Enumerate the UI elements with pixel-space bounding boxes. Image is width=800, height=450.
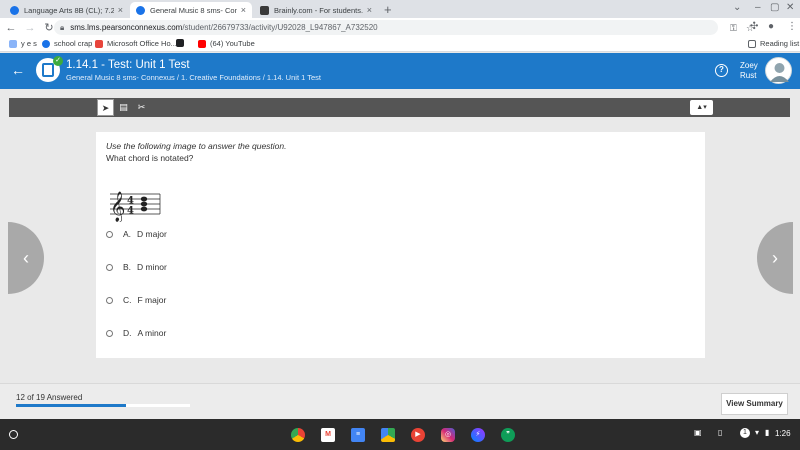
user-name[interactable]: Zoey Rust	[740, 61, 758, 81]
check-icon: ✓	[53, 56, 63, 66]
view-summary-button[interactable]: View Summary	[721, 393, 788, 415]
clock[interactable]: 1:26	[775, 429, 791, 438]
browser-tab-general-music[interactable]: General Music 8 sms- Connexus ×	[130, 2, 252, 18]
back-icon[interactable]: ←	[3, 22, 19, 34]
eliminate-tool-icon[interactable]: ✂	[133, 99, 150, 116]
answer-option-b[interactable]: B. D minor	[106, 262, 167, 272]
chevron-down-icon[interactable]: ⌄	[733, 2, 741, 13]
pearson-icon	[10, 5, 19, 15]
pointer-tool-icon[interactable]: ➤	[97, 99, 114, 116]
progress-fill	[16, 404, 126, 407]
battery-icon[interactable]: ▮	[765, 428, 769, 437]
notification-badge[interactable]: 1	[740, 428, 750, 438]
extensions-icon[interactable]: ✣	[750, 21, 758, 32]
chrome-icon[interactable]	[291, 428, 305, 442]
answer-option-a[interactable]: A. D major	[106, 229, 167, 239]
browser-tab-brainly[interactable]: Brainly.com - For students. By st ×	[254, 2, 378, 18]
new-tab-button[interactable]: +	[384, 2, 392, 17]
radio-button[interactable]	[106, 329, 113, 337]
browser-tab-language-arts[interactable]: Language Arts 8B (CL); 7.20 smu ×	[4, 2, 129, 18]
instagram-icon[interactable]: ◎	[441, 428, 455, 442]
pearson-icon	[42, 39, 50, 48]
notes-tool-icon[interactable]: ▤	[115, 99, 132, 116]
svg-text:4: 4	[127, 206, 134, 217]
url-bar[interactable]: 🔒︎ sms.lms.pearsonconnexus.com/student/2…	[54, 20, 754, 35]
radio-button[interactable]	[106, 263, 113, 271]
chevron-right-icon: ›	[772, 248, 778, 268]
youtube-icon	[198, 39, 206, 48]
avatar[interactable]	[765, 57, 792, 84]
question-toolbar: ➤ ▤ ✂ ▲▾	[9, 98, 790, 117]
messenger-icon[interactable]: ⚡	[471, 428, 485, 442]
minimize-icon[interactable]: –	[755, 2, 761, 13]
close-icon[interactable]: ×	[367, 5, 372, 15]
main-area: ➤ ▤ ✂ ▲▾ ‹ › Use the following image to …	[0, 89, 800, 383]
bookmark-microsoft-office[interactable]: Microsoft Office Ho...	[95, 39, 177, 48]
svg-text:𝄞: 𝄞	[110, 191, 125, 222]
launcher-icon[interactable]	[9, 430, 18, 439]
test-footer: 12 of 19 Answered View Summary	[0, 383, 800, 419]
bookmarks-bar: y e s school crap Microsoft Office Ho...…	[0, 37, 800, 52]
document-icon	[42, 63, 54, 77]
docs-icon[interactable]: ≡	[351, 428, 365, 442]
question-instruction: Use the following image to answer the qu…	[106, 141, 287, 151]
close-icon[interactable]: ×	[241, 5, 246, 15]
url-path: /student/26679733/activity/U92028_L94786…	[182, 23, 378, 32]
forward-icon[interactable]: →	[22, 22, 38, 34]
bookmark-unnamed[interactable]	[176, 39, 188, 47]
maximize-icon[interactable]: ▢	[770, 2, 779, 13]
progress-text: 12 of 19 Answered	[16, 393, 83, 402]
phone-hub-icon[interactable]: ▯	[718, 428, 722, 437]
screen-capture-icon[interactable]: ▣	[694, 428, 702, 437]
back-arrow-icon[interactable]: ←	[11, 62, 25, 78]
progress-bar	[16, 404, 190, 407]
lock-icon: 🔒︎	[60, 22, 65, 32]
activity-logo: ✓	[36, 56, 63, 82]
chord-notation-image: 𝄞 4 4	[110, 191, 161, 222]
profile-icon[interactable]: ●	[768, 21, 774, 32]
brainly-icon	[260, 5, 269, 15]
user-dropdown-button[interactable]: ▲▾	[690, 100, 713, 115]
reading-list-button[interactable]: Reading list	[748, 39, 799, 48]
hangouts-icon[interactable]: ❞	[501, 428, 515, 442]
browser-tab-strip: Language Arts 8B (CL); 7.20 smu × Genera…	[0, 0, 800, 18]
bookmark-icon	[176, 39, 184, 47]
previous-question-button[interactable]: ‹	[8, 222, 44, 294]
help-icon[interactable]: ?	[715, 64, 728, 77]
answer-option-d[interactable]: D. A minor	[106, 328, 166, 338]
breadcrumb: General Music 8 sms- Connexus / 1. Creat…	[66, 73, 321, 82]
os-shelf: M ≡ ▶ ◎ ⚡ ❞ ▣ ▯ 1 ▾ ▮ 1:26	[0, 419, 800, 450]
gmail-icon[interactable]: M	[321, 428, 335, 442]
avatar-icon	[770, 63, 789, 82]
radio-button[interactable]	[106, 296, 113, 304]
answer-option-c[interactable]: C. F major	[106, 295, 166, 305]
next-question-button[interactable]: ›	[757, 222, 793, 294]
radio-button[interactable]	[106, 230, 113, 238]
close-icon[interactable]: ×	[118, 5, 123, 15]
window-close-icon[interactable]: ✕	[786, 2, 794, 13]
page-title: 1.14.1 - Test: Unit 1 Test	[66, 59, 190, 71]
bookmark-school-crap[interactable]: school crap	[42, 39, 92, 48]
question-card: Use the following image to answer the qu…	[96, 132, 705, 358]
chevron-left-icon: ‹	[23, 248, 29, 268]
drive-icon[interactable]	[381, 428, 395, 442]
bookmark-youtube[interactable]: (64) YouTube	[198, 39, 255, 48]
pearson-icon	[136, 5, 145, 15]
url-host: sms.lms.pearsonconnexus.com	[70, 23, 183, 32]
youtube-icon[interactable]: ▶	[411, 428, 425, 442]
menu-icon[interactable]: ⋮	[787, 21, 797, 32]
office-icon	[95, 39, 103, 48]
address-toolbar: ← → ↻ 🔒︎ sms.lms.pearsonconnexus.com/stu…	[0, 18, 800, 37]
key-icon[interactable]: ⚿	[730, 23, 737, 34]
globe-icon	[9, 39, 17, 48]
reading-list-icon	[748, 39, 756, 48]
app-header: ← ✓ 1.14.1 - Test: Unit 1 Test General M…	[0, 53, 800, 89]
wifi-icon[interactable]: ▾	[755, 428, 759, 437]
bookmark-yes[interactable]: y e s	[9, 39, 37, 48]
question-prompt: What chord is notated?	[106, 153, 194, 163]
